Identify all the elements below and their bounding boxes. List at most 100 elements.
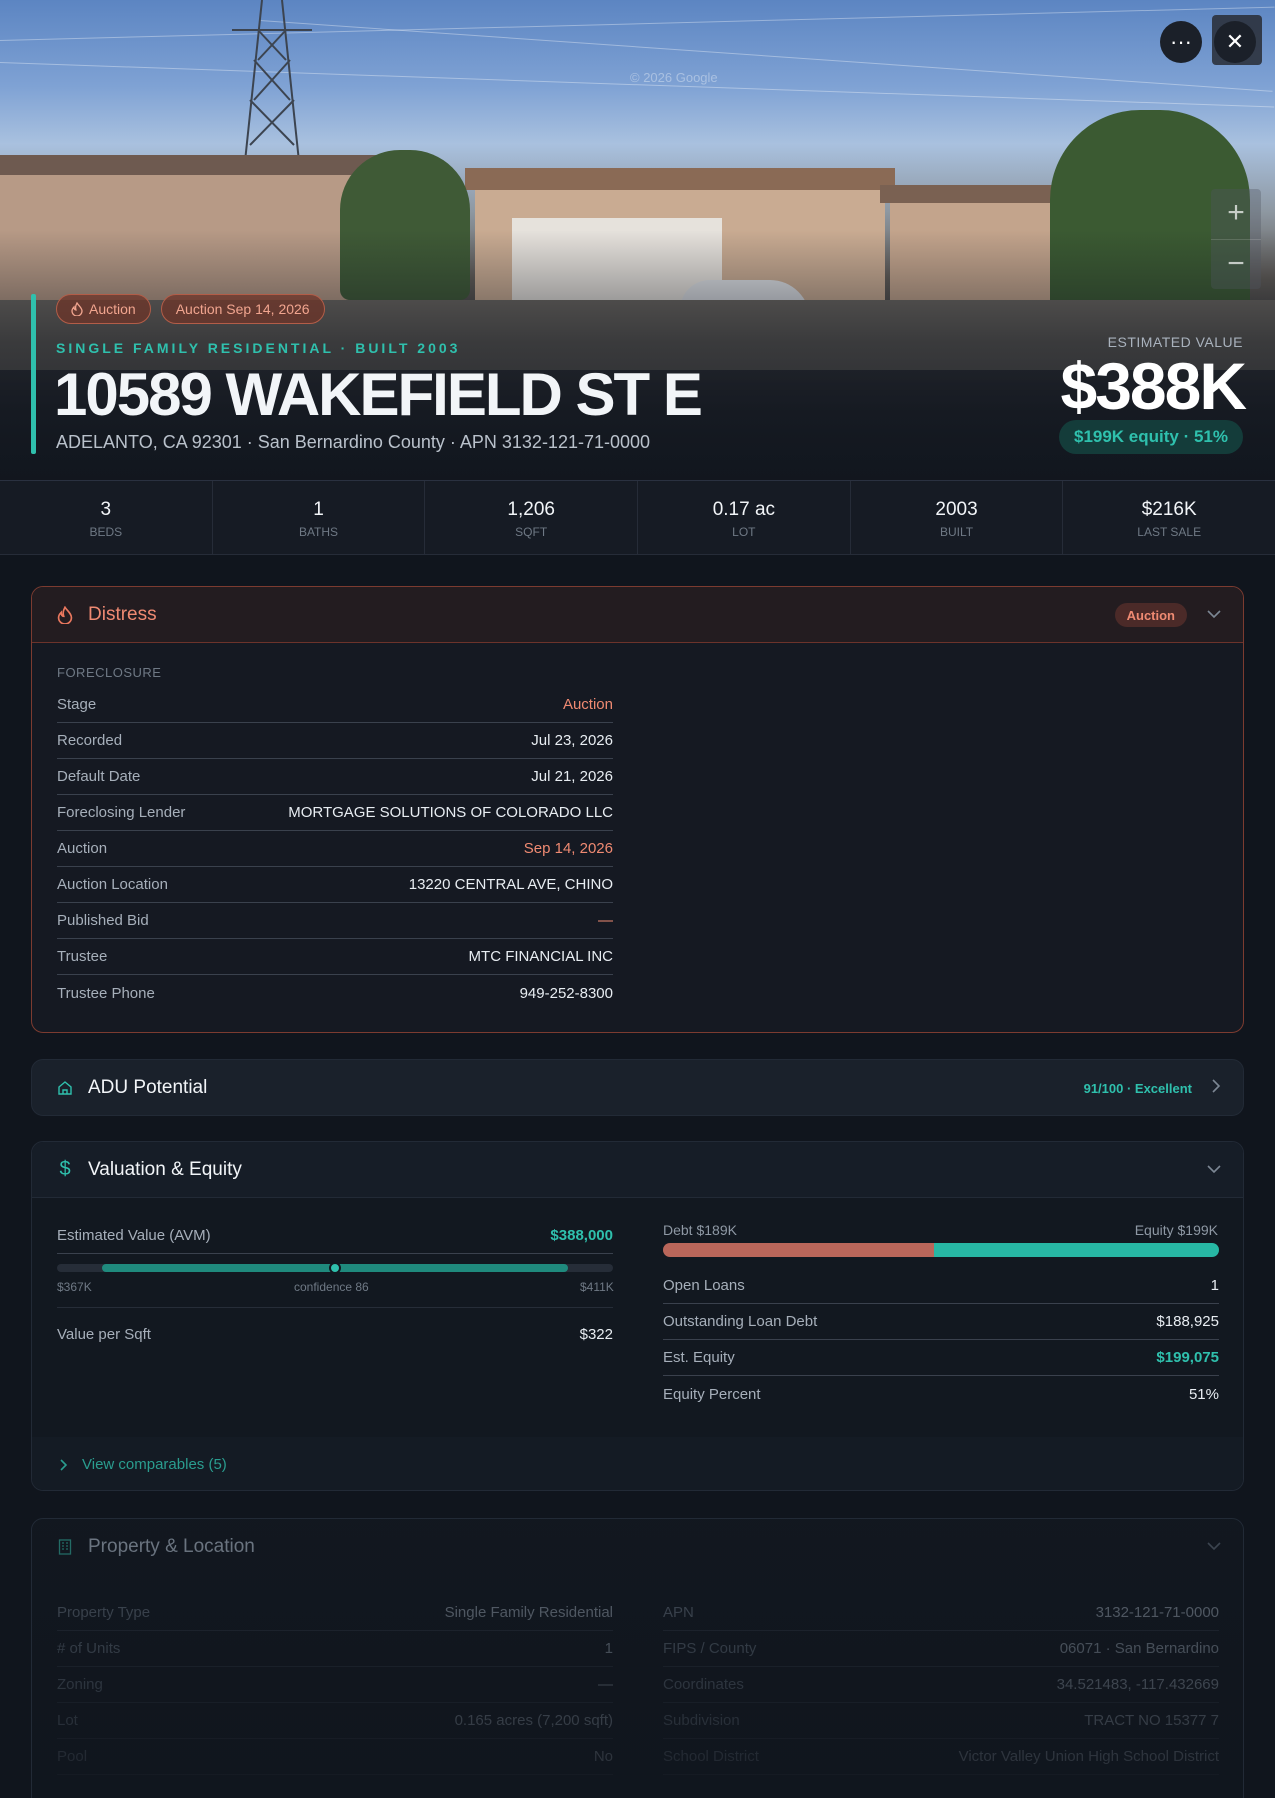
- range-confidence: confidence 86: [294, 1280, 369, 1294]
- property-header[interactable]: Property & Location: [32, 1519, 1243, 1575]
- zoom-out-button[interactable]: −: [1211, 239, 1261, 289]
- property-subtitle: SINGLE FAMILY RESIDENTIAL · BUILT 2003: [56, 340, 461, 356]
- loan-row: Equity Percent 51%: [663, 1376, 1219, 1412]
- row-value: Single Family Residential: [444, 1604, 613, 1621]
- valuation-title: Valuation & Equity: [88, 1158, 242, 1180]
- stat-label: BATHS: [298, 525, 339, 539]
- distress-row: Recorded Jul 23, 2026: [57, 723, 613, 759]
- range-low: $367K: [57, 1280, 92, 1294]
- power-line: [0, 6, 1275, 41]
- property-row: Subdivision TRACT NO 15377 7: [663, 1703, 1219, 1739]
- loan-row: Open Loans 1: [663, 1268, 1219, 1304]
- close-button[interactable]: ✕: [1214, 21, 1256, 63]
- view-comparables-label: View comparables (5): [82, 1456, 227, 1473]
- row-key: Outstanding Loan Debt: [663, 1313, 818, 1330]
- auction-badge: Auction: [56, 294, 151, 324]
- street-view-photo[interactable]: © 2026 Google ··· ✕ + − Auction Auction …: [0, 0, 1275, 480]
- per-sqft-row: Value per Sqft $322: [57, 1307, 613, 1361]
- property-row: # of Units 1: [57, 1631, 613, 1667]
- view-comparables-button[interactable]: View comparables (5): [32, 1437, 1243, 1490]
- auction-badge-label: Auction: [89, 301, 136, 317]
- row-value: 1: [604, 1640, 613, 1657]
- row-value: Jul 21, 2026: [531, 768, 613, 785]
- chevron-down-icon[interactable]: [1207, 1161, 1221, 1179]
- house-icon: [56, 1079, 74, 1097]
- row-value: $388,000: [550, 1227, 613, 1244]
- range-high: $411K: [580, 1280, 614, 1294]
- map-watermark: © 2026 Google: [630, 70, 718, 85]
- range-marker: [329, 1262, 341, 1274]
- adu-potential-section[interactable]: ADU Potential 91/100 · Excellent: [31, 1059, 1244, 1116]
- row-value: MTC FINANCIAL INC: [468, 948, 613, 965]
- status-badges: Auction Auction Sep 14, 2026: [56, 294, 325, 324]
- flame-icon: [71, 302, 83, 316]
- property-location: ADELANTO, CA 92301 · San Bernardino Coun…: [56, 432, 651, 452]
- property-row: Zoning —: [57, 1667, 613, 1703]
- row-key: Lot: [57, 1712, 78, 1729]
- row-value: —: [598, 912, 613, 929]
- stat-value: 3: [100, 499, 112, 520]
- row-value: 51%: [1188, 1385, 1219, 1403]
- stat-lot: 0.17 ac LOT: [638, 481, 851, 554]
- flame-icon: [56, 605, 74, 624]
- distress-row: Published Bid —: [57, 903, 613, 939]
- valuation-header[interactable]: $ Valuation & Equity: [32, 1142, 1243, 1198]
- distress-row: Stage Auction: [57, 687, 613, 723]
- building-icon: [56, 1538, 74, 1556]
- row-key: APN: [663, 1604, 694, 1621]
- row-key: Open Loans: [663, 1277, 745, 1294]
- distress-row: Auction Location 13220 CENTRAL AVE, CHINO: [57, 867, 613, 903]
- stat-built: 2003 BUILT: [851, 481, 1064, 554]
- close-icon: ✕: [1225, 29, 1245, 54]
- property-row: Lot 0.165 acres (7,200 sqft): [57, 1703, 613, 1739]
- property-row: School District Victor Valley Union High …: [663, 1739, 1219, 1775]
- stat-value: 2003: [935, 499, 978, 520]
- row-key: # of Units: [57, 1640, 121, 1657]
- avm-row: Estimated Value (AVM) $388,000: [57, 1218, 613, 1254]
- distress-header[interactable]: Distress Auction: [32, 587, 1243, 643]
- row-value: 34.521483, -117.432669: [1056, 1676, 1219, 1693]
- row-key: Est. Equity: [663, 1349, 735, 1366]
- distress-section: Distress Auction FORECLOSURE Stage Auctio…: [31, 586, 1244, 1033]
- title-accent-bar: [31, 294, 36, 454]
- distress-row: Foreclosing Lender MORTGAGE SOLUTIONS OF …: [57, 795, 613, 831]
- distress-row: Default Date Jul 21, 2026: [57, 759, 613, 795]
- dollar-icon: $: [59, 1158, 71, 1180]
- valuation-equity-section: $ Valuation & Equity Estimated Value (AV…: [31, 1141, 1244, 1491]
- chevron-right-icon[interactable]: [1212, 1078, 1221, 1098]
- property-detail-page: © 2026 Google ··· ✕ + − Auction Auction …: [0, 0, 1275, 1798]
- row-key: Default Date: [57, 768, 141, 785]
- loan-row: Outstanding Loan Debt $188,925: [663, 1304, 1219, 1340]
- confidence-range-bar: [57, 1262, 613, 1274]
- debt-equity-bar: [663, 1243, 1219, 1257]
- property-stats: 3 BEDS 1 BATHS 1,206 SQFT 0.17 ac LOT 2003 BU…: [0, 480, 1275, 555]
- chevron-right-icon: [60, 1458, 68, 1471]
- property-row: Pool No: [57, 1739, 613, 1775]
- adu-title: ADU Potential: [88, 1077, 208, 1098]
- more-options-button[interactable]: ···: [1160, 21, 1202, 63]
- row-key: Coordinates: [663, 1676, 744, 1693]
- stat-baths: 1 BATHS: [213, 481, 426, 554]
- row-value: Sep 14, 2026: [523, 840, 613, 857]
- row-key: Equity Percent: [663, 1385, 761, 1403]
- property-address-title: 10589 WAKEFIELD ST E: [54, 361, 703, 428]
- chevron-down-icon[interactable]: [1207, 606, 1221, 624]
- row-key: Foreclosing Lender: [57, 804, 186, 821]
- equity-segment: [933, 1243, 1219, 1257]
- roof: [465, 168, 895, 190]
- adu-header[interactable]: ADU Potential 91/100 · Excellent: [32, 1060, 1243, 1115]
- equity-badge: $199K equity · 51%: [1058, 420, 1243, 454]
- stat-value: 1,206: [507, 499, 555, 520]
- row-value: 3132-121-71-0000: [1095, 1604, 1219, 1621]
- zoom-in-button[interactable]: +: [1211, 189, 1261, 239]
- ellipsis-icon: ···: [1170, 29, 1192, 54]
- property-location-section: Property & Location Property Type Single …: [31, 1518, 1244, 1798]
- estimated-value: $388K: [1060, 349, 1247, 423]
- row-key: FIPS / County: [663, 1640, 757, 1657]
- row-value: 1: [1210, 1277, 1219, 1294]
- row-value: No: [593, 1748, 613, 1765]
- row-value: $322: [579, 1326, 613, 1343]
- stat-label: SQFT: [515, 525, 548, 539]
- foreclosure-label: FORECLOSURE: [57, 665, 162, 680]
- chevron-down-icon[interactable]: [1207, 1538, 1221, 1556]
